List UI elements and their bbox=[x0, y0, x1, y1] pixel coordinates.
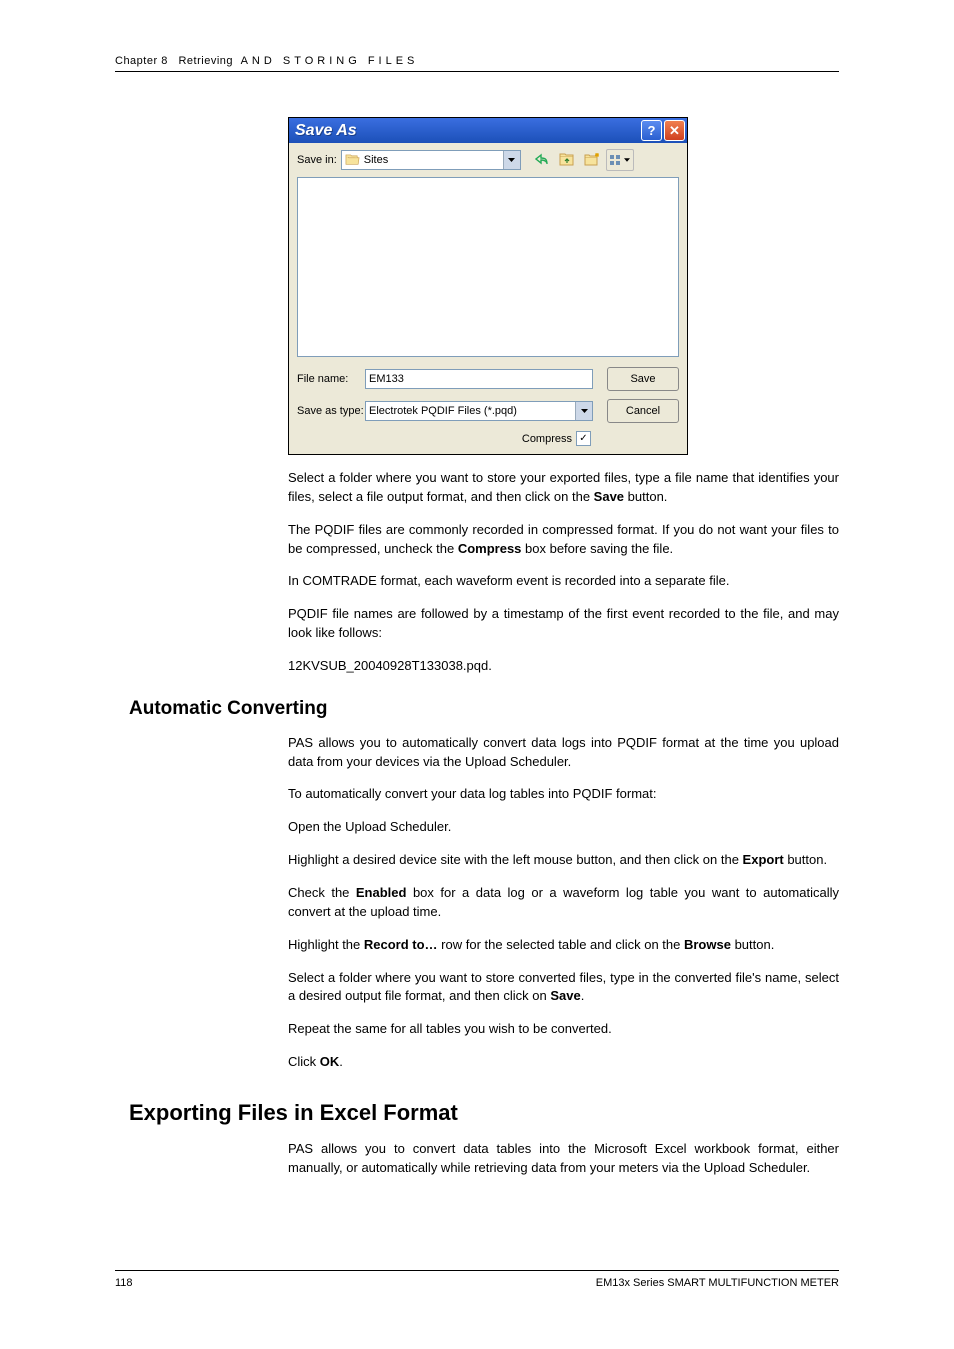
footer-title: EM13x Series SMART MULTIFUNCTION METER bbox=[596, 1277, 839, 1289]
heading-exporting-excel: Exporting Files in Excel Format bbox=[129, 1100, 839, 1126]
savein-select[interactable]: Sites bbox=[341, 150, 521, 170]
savein-row: Save in: Sites bbox=[289, 143, 687, 175]
paragraph: The PQDIF files are commonly recorded in… bbox=[288, 521, 839, 559]
heading-automatic-converting: Automatic Converting bbox=[129, 698, 839, 720]
paragraph: PAS allows you to automatically convert … bbox=[288, 734, 839, 772]
filetype-select[interactable]: Electrotek PQDIF Files (*.pqd) bbox=[365, 401, 593, 421]
paragraph: Open the Upload Scheduler. bbox=[288, 818, 839, 837]
savein-label: Save in: bbox=[297, 154, 337, 166]
paragraph: To automatically convert your data log t… bbox=[288, 785, 839, 804]
paragraph: Repeat the same for all tables you wish … bbox=[288, 1020, 839, 1039]
filetype-label: Save as type: bbox=[297, 405, 359, 417]
save-as-dialog: Save As ? ✕ Save in: Sites bbox=[288, 117, 688, 455]
compress-label: Compress bbox=[522, 433, 572, 445]
paragraph: Select a folder where you want to store … bbox=[288, 969, 839, 1007]
dialog-title: Save As bbox=[295, 122, 639, 140]
file-list-area[interactable] bbox=[297, 177, 679, 357]
paragraph: Check the Enabled box for a data log or … bbox=[288, 884, 839, 922]
paragraph: Click OK. bbox=[288, 1053, 839, 1072]
help-button[interactable]: ? bbox=[641, 120, 662, 141]
paragraph: Highlight a desired device site with the… bbox=[288, 851, 839, 870]
compress-checkbox[interactable]: ✓ bbox=[576, 431, 591, 446]
back-icon[interactable] bbox=[531, 149, 553, 169]
toolbar-icons bbox=[531, 149, 634, 171]
cancel-button[interactable]: Cancel bbox=[607, 399, 679, 423]
filename-input[interactable]: EM133 bbox=[365, 369, 593, 389]
paragraph: Select a folder where you want to store … bbox=[288, 469, 839, 507]
page-header: Chapter 8 Retrieving AND STORING FILES bbox=[115, 55, 839, 72]
chapter-title-2: AND STORING FILES bbox=[241, 55, 419, 67]
paragraph: 12KVSUB_20040928T133038.pqd. bbox=[288, 657, 839, 676]
close-button[interactable]: ✕ bbox=[664, 120, 685, 141]
paragraph: PQDIF file names are followed by a times… bbox=[288, 605, 839, 643]
view-menu-icon[interactable] bbox=[606, 149, 634, 171]
up-folder-icon[interactable] bbox=[556, 149, 578, 169]
paragraph: PAS allows you to convert data tables in… bbox=[288, 1140, 839, 1178]
savein-dropdown-icon[interactable] bbox=[503, 151, 520, 169]
paragraph: Highlight the Record to… row for the sel… bbox=[288, 936, 839, 955]
chapter-title-1: Retrieving bbox=[178, 55, 233, 67]
filetype-dropdown-icon[interactable] bbox=[575, 402, 592, 420]
filename-label: File name: bbox=[297, 373, 359, 385]
folder-open-icon bbox=[345, 154, 360, 166]
new-folder-icon[interactable] bbox=[581, 149, 603, 169]
page-footer: 118 EM13x Series SMART MULTIFUNCTION MET… bbox=[115, 1270, 839, 1289]
page-number: 118 bbox=[115, 1277, 133, 1289]
dialog-titlebar: Save As ? ✕ bbox=[289, 118, 687, 143]
paragraph: In COMTRADE format, each waveform event … bbox=[288, 572, 839, 591]
chapter-number: Chapter 8 bbox=[115, 55, 168, 67]
save-button[interactable]: Save bbox=[607, 367, 679, 391]
savein-value: Sites bbox=[364, 154, 388, 166]
